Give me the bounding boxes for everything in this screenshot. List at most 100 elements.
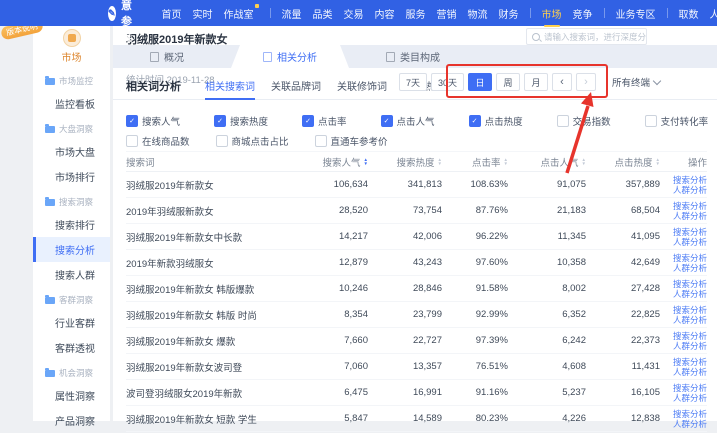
search-analysis-link[interactable]: 搜索分析 (673, 409, 707, 419)
metric-cell: 7,060 (344, 361, 368, 372)
granularity-button[interactable]: 月 (524, 73, 548, 91)
nav-item[interactable]: 市场 (542, 0, 562, 28)
nav-item[interactable]: 业务专区 (616, 0, 656, 28)
terminal-dropdown[interactable]: 所有终端 (612, 75, 660, 89)
nav-item[interactable]: 交易 (344, 0, 364, 28)
sort-icon[interactable]: ▲▼ (364, 158, 368, 165)
metric-checkbox-item[interactable]: 商城点击占比 (216, 134, 289, 148)
sidebar-section-label: 客群洞察 (33, 287, 110, 310)
sort-down-caret: ▼ (364, 162, 368, 166)
metric-checkbox-item[interactable]: ✓点击热度 (469, 114, 523, 128)
date-controls-wrap: 7天30天日周月‹› 所有终端 (399, 73, 660, 91)
sidebar-item[interactable]: 市场大盘 (33, 139, 110, 164)
crowd-analysis-link[interactable]: 人群分析 (673, 289, 707, 299)
column-header[interactable]: 点击热度▲▼ (615, 155, 660, 169)
range-button[interactable]: 7天 (399, 73, 427, 91)
granularity-button[interactable]: 周 (496, 73, 520, 91)
column-header[interactable]: 点击人气▲▼ (541, 155, 586, 169)
search-analysis-link[interactable]: 搜索分析 (673, 279, 707, 289)
sidebar-item[interactable]: 属性洞察 (33, 383, 110, 408)
crowd-analysis-link[interactable]: 人群分析 (673, 393, 707, 403)
search-analysis-link[interactable]: 搜索分析 (673, 331, 707, 341)
metric-checkbox-item[interactable]: ✓搜索热度 (214, 114, 268, 128)
keyword-search-input[interactable]: 请输入搜索词，进行深度分析 (526, 28, 647, 45)
metric-checkbox-item[interactable]: ✓点击人气 (381, 114, 435, 128)
sidebar-item[interactable]: 行业客群 (33, 310, 110, 335)
granularity-button[interactable]: 日 (468, 73, 492, 91)
search-analysis-link[interactable]: 搜索分析 (673, 357, 707, 367)
nav-item[interactable]: 内容 (375, 0, 395, 28)
nav-item[interactable]: 首页 (162, 0, 182, 28)
tab[interactable]: 相关分析 (231, 45, 349, 68)
range-button[interactable]: 30天 (431, 73, 464, 91)
nav-item[interactable]: 作战室 (224, 0, 259, 28)
nav-item[interactable]: 品类 (313, 0, 333, 28)
nav-item[interactable]: 人群管理 (710, 0, 717, 28)
prev-page-button[interactable]: ‹ (552, 73, 572, 91)
sort-icon[interactable]: ▲▼ (582, 158, 586, 165)
crowd-analysis-link[interactable]: 人群分析 (673, 419, 707, 429)
metric-checkbox-item[interactable]: 交易指数 (557, 114, 611, 128)
tab[interactable]: 概况 (117, 45, 217, 68)
nav-item[interactable]: 营销 (437, 0, 457, 28)
topnav-items: 首页实时作战室流量品类交易内容服务营销物流财务市场竞争业务专区取数人群管理学院 (162, 0, 717, 28)
search-analysis-link[interactable]: 搜索分析 (673, 383, 707, 393)
search-analysis-link[interactable]: 搜索分析 (673, 201, 707, 211)
table-row: 羽绒服2019年新款女中长款14,21742,00696.22%11,34541… (126, 224, 707, 250)
action-cell: 搜索分析人群分析 (673, 279, 707, 299)
metric-checkbox-item[interactable]: 在线商品数 (126, 134, 190, 148)
crowd-analysis-link[interactable]: 人群分析 (673, 315, 707, 325)
metric-cell: 13,357 (413, 361, 442, 372)
nav-item[interactable]: 竞争 (573, 0, 593, 28)
metric-label: 点击率 (318, 114, 347, 128)
metric-cell: 42,649 (631, 257, 660, 268)
search-analysis-link[interactable]: 搜索分析 (673, 253, 707, 263)
sidebar-section-text: 机会洞察 (59, 367, 93, 379)
metric-cell: 28,846 (413, 283, 442, 294)
sidebar-item[interactable]: 客群透视 (33, 335, 110, 360)
next-page-button[interactable]: › (576, 73, 596, 91)
search-analysis-link[interactable]: 搜索分析 (673, 227, 707, 237)
metric-cell: 108.63% (470, 179, 508, 190)
metric-checkbox-item[interactable]: ✓搜索人气 (126, 114, 180, 128)
nav-item[interactable]: 财务 (499, 0, 519, 28)
sidebar-section-label: 机会洞察 (33, 360, 110, 383)
crowd-analysis-link[interactable]: 人群分析 (673, 185, 707, 195)
analysis-tab[interactable]: 关联修饰词 (337, 78, 387, 100)
nav-item[interactable]: 服务 (406, 0, 426, 28)
sidebar-item[interactable]: 监控看板 (33, 91, 110, 116)
sidebar-item[interactable]: 搜索排行 (33, 212, 110, 237)
nav-item[interactable]: 物流 (468, 0, 488, 28)
analysis-tab[interactable]: 相关搜索词 (205, 78, 255, 100)
metric-filters: ✓搜索人气 ✓搜索热度 ✓点击率 ✓点击人气 ✓点击热度 交易指数 支付转化率 在线商品数 商… (113, 100, 717, 148)
nav-item[interactable]: 取数 (679, 0, 699, 28)
metric-cell: 11,431 (632, 361, 660, 372)
metric-checkbox-item[interactable]: 直通车参考价 (315, 134, 388, 148)
sort-icon[interactable]: ▲▼ (504, 158, 508, 165)
analysis-tab[interactable]: 关联品牌词 (271, 78, 321, 100)
crowd-analysis-link[interactable]: 人群分析 (673, 237, 707, 247)
tab[interactable]: 类目构成 (363, 45, 463, 68)
sort-icon[interactable]: ▲▼ (438, 158, 442, 165)
sort-icon[interactable]: ▲▼ (656, 158, 660, 165)
metric-cell: 12,879 (339, 257, 368, 268)
crowd-analysis-link[interactable]: 人群分析 (673, 367, 707, 377)
metric-checkbox-item[interactable]: ✓点击率 (302, 114, 347, 128)
column-header[interactable]: 搜索人气▲▼ (323, 155, 368, 169)
column-header[interactable]: 搜索热度▲▼ (397, 155, 442, 169)
search-analysis-link[interactable]: 搜索分析 (673, 305, 707, 315)
sidebar-item[interactable]: 市场排行 (33, 164, 110, 189)
metric-checkbox-item[interactable]: 支付转化率 (645, 114, 709, 128)
column-header[interactable]: 点击率▲▼ (472, 155, 508, 169)
crowd-analysis-link[interactable]: 人群分析 (673, 341, 707, 351)
search-analysis-link[interactable]: 搜索分析 (673, 175, 707, 185)
sidebar-item[interactable]: 搜索分析 (33, 237, 110, 262)
crowd-analysis-link[interactable]: 人群分析 (673, 211, 707, 221)
sidebar-item[interactable]: 搜索人群 (33, 262, 110, 287)
nav-item[interactable]: 流量 (282, 0, 302, 28)
brand[interactable]: ✎ 生意参谋 (108, 0, 140, 45)
nav-item[interactable]: 实时 (193, 0, 213, 28)
page-tabs: 概况相关分析类目构成 (113, 45, 717, 68)
crowd-analysis-link[interactable]: 人群分析 (673, 263, 707, 273)
metric-cell: 7,660 (344, 335, 368, 346)
